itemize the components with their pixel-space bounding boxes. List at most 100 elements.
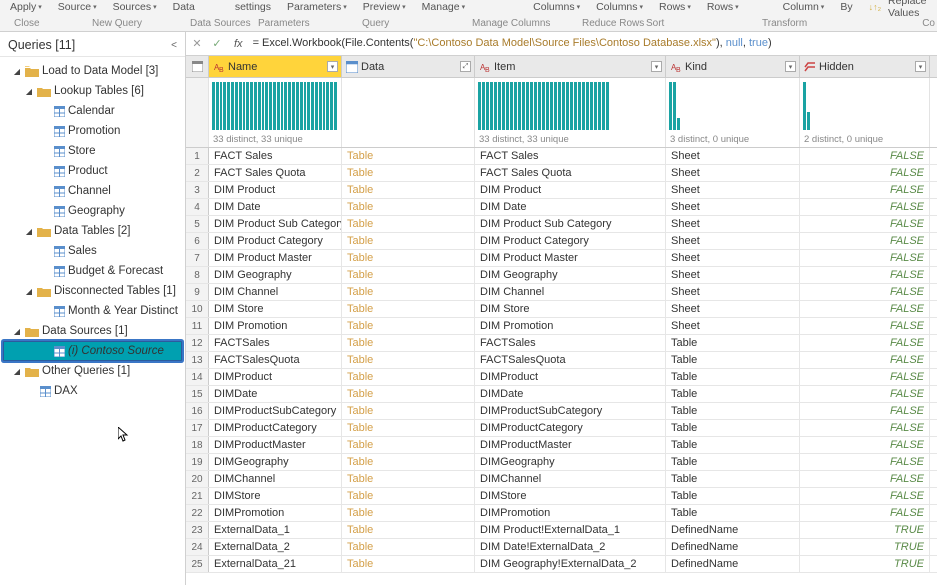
row-number[interactable]: 14: [186, 369, 209, 385]
cell-item[interactable]: DIMGeography: [475, 454, 666, 470]
cell-data[interactable]: Table: [342, 199, 475, 215]
table-row[interactable]: 21DIMStoreTableDIMStoreTableFALSE: [186, 488, 937, 505]
cell-item[interactable]: DIMProductCategory: [475, 420, 666, 436]
by-button[interactable]: By: [834, 0, 858, 14]
cell-item[interactable]: DIM Product: [475, 182, 666, 198]
cell-name[interactable]: DIM Product Category: [209, 233, 342, 249]
cell-item[interactable]: DIM Geography: [475, 267, 666, 283]
column-header-data[interactable]: Data ⤢: [342, 56, 475, 77]
cell-name[interactable]: DIM Store: [209, 301, 342, 317]
row-number[interactable]: 13: [186, 352, 209, 368]
row-number[interactable]: 5: [186, 216, 209, 232]
tree-query-product[interactable]: Product: [0, 161, 185, 181]
cell-data[interactable]: Table: [342, 488, 475, 504]
column-filter-dropdown[interactable]: ▾: [327, 61, 338, 72]
cell-data[interactable]: Table: [342, 556, 475, 572]
column-filter-dropdown[interactable]: ▾: [785, 61, 796, 72]
cell-item[interactable]: DIM Product Category: [475, 233, 666, 249]
cell-data[interactable]: Table: [342, 182, 475, 198]
type-text-icon[interactable]: AB: [213, 61, 225, 73]
columns1-dropdown[interactable]: Columns▾: [527, 0, 586, 14]
table-row[interactable]: 4DIM DateTableDIM DateSheetFALSE: [186, 199, 937, 216]
cell-hidden[interactable]: FALSE: [800, 352, 930, 368]
cell-name[interactable]: DIMChannel: [209, 471, 342, 487]
cell-name[interactable]: DIM Product Sub Category: [209, 216, 342, 232]
cell-name[interactable]: ExternalData_2: [209, 539, 342, 555]
cell-kind[interactable]: Sheet: [666, 318, 800, 334]
settings-button[interactable]: settings: [229, 0, 277, 14]
table-row[interactable]: 15DIMDateTableDIMDateTableFALSE: [186, 386, 937, 403]
cell-name[interactable]: ExternalData_1: [209, 522, 342, 538]
cell-kind[interactable]: Sheet: [666, 301, 800, 317]
cell-kind[interactable]: Sheet: [666, 250, 800, 266]
source-dropdown[interactable]: Source▾: [52, 0, 103, 14]
tree-folder-data-sources[interactable]: ◢ Data Sources [1]: [0, 321, 185, 341]
cell-name[interactable]: DIM Product Master: [209, 250, 342, 266]
column-expand-dropdown[interactable]: ⤢: [460, 61, 471, 72]
cell-data[interactable]: Table: [342, 386, 475, 402]
cell-item[interactable]: DIM Product Master: [475, 250, 666, 266]
cell-kind[interactable]: Sheet: [666, 284, 800, 300]
cell-hidden[interactable]: FALSE: [800, 233, 930, 249]
column-header-kind[interactable]: AB Kind ▾: [666, 56, 800, 77]
row-number[interactable]: 17: [186, 420, 209, 436]
row-number[interactable]: 11: [186, 318, 209, 334]
tree-folder-lookup-tables[interactable]: ◢ Lookup Tables [6]: [0, 81, 185, 101]
tree-query-calendar[interactable]: Calendar: [0, 101, 185, 121]
row-number[interactable]: 21: [186, 488, 209, 504]
tree-query-dax[interactable]: DAX: [0, 381, 185, 401]
cell-name[interactable]: DIM Date: [209, 199, 342, 215]
cancel-formula-icon[interactable]: ✕: [190, 37, 204, 51]
cell-kind[interactable]: DefinedName: [666, 556, 800, 572]
cell-kind[interactable]: Table: [666, 386, 800, 402]
apply-dropdown[interactable]: Apply▾: [4, 0, 48, 14]
row-number[interactable]: 16: [186, 403, 209, 419]
cell-hidden[interactable]: TRUE: [800, 539, 930, 555]
cell-hidden[interactable]: FALSE: [800, 216, 930, 232]
tree-query-sales[interactable]: Sales: [0, 241, 185, 261]
table-row[interactable]: 20DIMChannelTableDIMChannelTableFALSE: [186, 471, 937, 488]
row-number[interactable]: 18: [186, 437, 209, 453]
column-header-item[interactable]: AB Item ▾: [475, 56, 666, 77]
cell-item[interactable]: DIM Channel: [475, 284, 666, 300]
cell-name[interactable]: DIM Promotion: [209, 318, 342, 334]
table-row[interactable]: 6DIM Product CategoryTableDIM Product Ca…: [186, 233, 937, 250]
table-row[interactable]: 5DIM Product Sub CategoryTableDIM Produc…: [186, 216, 937, 233]
cell-hidden[interactable]: FALSE: [800, 471, 930, 487]
row-number[interactable]: 2: [186, 165, 209, 181]
row-number[interactable]: 7: [186, 250, 209, 266]
cell-data[interactable]: Table: [342, 284, 475, 300]
cell-data[interactable]: Table: [342, 335, 475, 351]
cell-data[interactable]: Table: [342, 352, 475, 368]
cell-item[interactable]: DIMStore: [475, 488, 666, 504]
cell-data[interactable]: Table: [342, 165, 475, 181]
cell-kind[interactable]: DefinedName: [666, 522, 800, 538]
table-row[interactable]: 14DIMProductTableDIMProductTableFALSE: [186, 369, 937, 386]
tree-query-store[interactable]: Store: [0, 141, 185, 161]
cell-name[interactable]: DIMPromotion: [209, 505, 342, 521]
table-row[interactable]: 18DIMProductMasterTableDIMProductMasterT…: [186, 437, 937, 454]
replace-values-button[interactable]: ↓↑₂ Replace Values: [863, 0, 933, 14]
cell-item[interactable]: DIMProductMaster: [475, 437, 666, 453]
column-header-hidden[interactable]: Hidden ▾: [800, 56, 930, 77]
cell-item[interactable]: DIM Geography!ExternalData_2: [475, 556, 666, 572]
table-row[interactable]: 2FACT Sales QuotaTableFACT Sales QuotaSh…: [186, 165, 937, 182]
cell-item[interactable]: FACT Sales Quota: [475, 165, 666, 181]
row-number[interactable]: 25: [186, 556, 209, 572]
row-number[interactable]: 3: [186, 182, 209, 198]
cell-item[interactable]: DIMProduct: [475, 369, 666, 385]
row-number[interactable]: 6: [186, 233, 209, 249]
tree-query-month-year-distinct[interactable]: Month & Year Distinct: [0, 301, 185, 321]
rows1-dropdown[interactable]: Rows▾: [653, 0, 697, 14]
cell-item[interactable]: FACTSalesQuota: [475, 352, 666, 368]
cell-data[interactable]: Table: [342, 148, 475, 164]
cell-name[interactable]: FACTSalesQuota: [209, 352, 342, 368]
column-header-name[interactable]: AB Name ▾: [209, 56, 342, 77]
cell-kind[interactable]: Sheet: [666, 267, 800, 283]
cell-kind[interactable]: Sheet: [666, 165, 800, 181]
cell-hidden[interactable]: FALSE: [800, 488, 930, 504]
cell-item[interactable]: DIM Store: [475, 301, 666, 317]
cell-hidden[interactable]: FALSE: [800, 386, 930, 402]
collapse-pane-icon[interactable]: <: [171, 40, 177, 51]
column-dropdown[interactable]: Column▾: [777, 0, 831, 14]
